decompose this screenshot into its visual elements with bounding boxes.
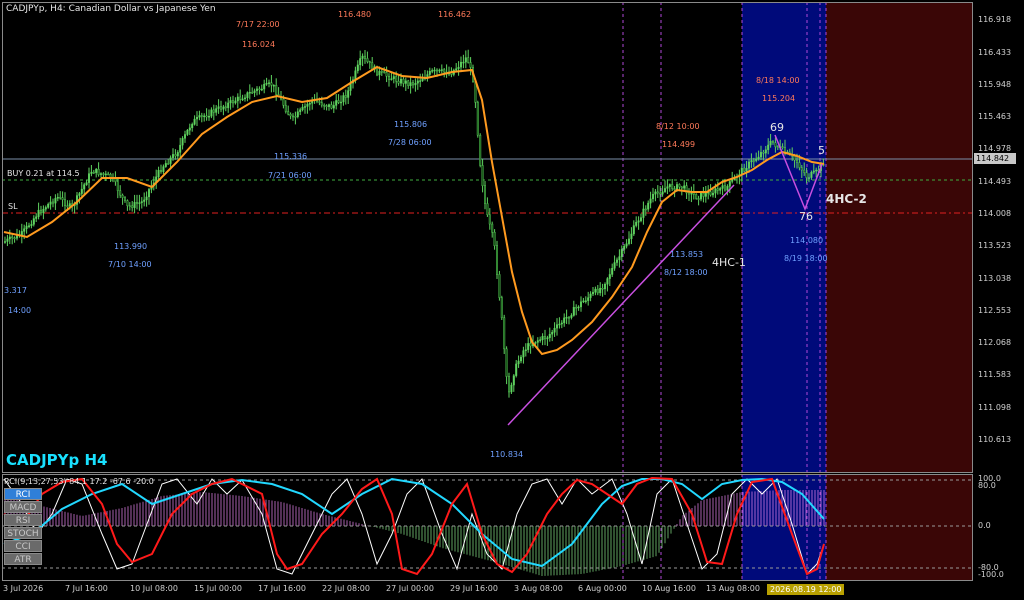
indicator-tabs: RCI MACD RSI STOCH CCI ATR — [4, 488, 44, 566]
indicator-tick: 80.0 — [978, 481, 996, 490]
price-tick: 112.068 — [978, 338, 1012, 347]
time-highlight-badge: 2026.08.19 12:00 — [767, 584, 845, 595]
tab-stoch[interactable]: STOCH — [4, 527, 42, 539]
price-tick: 115.463 — [978, 112, 1012, 121]
time-tick: 22 Jul 08:00 — [322, 584, 370, 593]
price-tick: 114.008 — [978, 209, 1012, 218]
time-tick: 27 Jul 00:00 — [386, 584, 434, 593]
price-tick: 111.098 — [978, 403, 1012, 412]
price-tick: 111.583 — [978, 370, 1012, 379]
tab-atr[interactable]: ATR — [4, 553, 42, 565]
price-tick: 116.433 — [978, 48, 1012, 57]
tab-cci[interactable]: CCI — [4, 540, 42, 552]
time-tick: 6 Aug 00:00 — [578, 584, 627, 593]
indicator-tick: -100.0 — [978, 570, 1004, 579]
time-tick: 13 Aug 08:00 — [706, 584, 760, 593]
time-tick: 29 Jul 16:00 — [450, 584, 498, 593]
time-tick: 10 Jul 08:00 — [130, 584, 178, 593]
current-price-badge: 114.842 — [974, 153, 1016, 164]
indicator-border — [2, 474, 973, 581]
tab-rsi[interactable]: RSI — [4, 514, 42, 526]
time-tick: 7 Jul 16:00 — [65, 584, 108, 593]
tab-rci[interactable]: RCI — [4, 488, 42, 500]
indicator-tick: 0.0 — [978, 521, 991, 530]
time-tick: 3 Aug 08:00 — [514, 584, 563, 593]
main-chart-border — [2, 2, 973, 473]
price-tick: 114.493 — [978, 177, 1012, 186]
price-tick: 115.948 — [978, 80, 1012, 89]
time-tick: 15 Jul 00:00 — [194, 584, 242, 593]
price-tick: 113.523 — [978, 241, 1012, 250]
price-tick: 112.553 — [978, 306, 1012, 315]
time-tick: 3 Jul 2026 — [3, 584, 44, 593]
time-tick: 10 Aug 16:00 — [642, 584, 696, 593]
tab-macd[interactable]: MACD — [4, 501, 42, 513]
price-tick: 113.038 — [978, 274, 1012, 283]
price-tick: 110.613 — [978, 435, 1012, 444]
price-tick: 116.918 — [978, 15, 1012, 24]
time-tick: 17 Jul 16:00 — [258, 584, 306, 593]
